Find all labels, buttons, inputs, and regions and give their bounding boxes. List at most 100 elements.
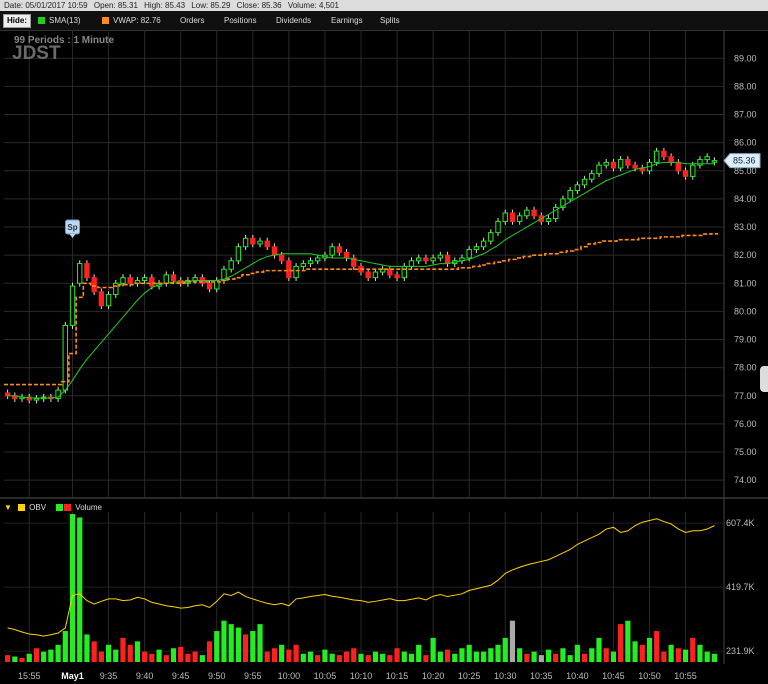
volume-bar [199,655,205,662]
candle-body [653,150,660,163]
candle-body [495,220,501,234]
symbol-watermark: JDST [12,43,61,64]
volume-legend-label: Volume [75,503,102,512]
volume-bar [55,644,61,662]
volume-bar [473,651,479,662]
candle-body [170,274,177,281]
volume-bar [646,637,653,662]
candle-body [278,254,285,262]
time-tick-label: 10:05 [314,671,337,681]
volume-bar [711,653,717,662]
axis-scroll-handle[interactable] [760,366,768,392]
volume-bar [62,631,68,662]
time-tick-label: 10:20 [422,671,445,681]
info-high: High: 85.43 [144,1,186,10]
volume-bar [329,653,335,662]
volume-bar [178,646,184,662]
time-tick-label: 10:15 [386,671,409,681]
volume-bar [488,648,494,662]
volume-bar [105,644,112,662]
time-tick-label: 9:35 [100,671,118,681]
candle-body [336,246,343,253]
candle-body [365,271,371,279]
candle-body [682,170,689,177]
volume-bar [243,634,249,662]
candle-body [394,274,400,279]
menu-positions[interactable]: Positions [224,11,256,30]
menu-dividends[interactable]: Dividends [276,11,311,30]
volume-bar [279,644,285,662]
volume-bar [639,644,645,662]
time-tick-label: 15:55 [18,671,41,681]
time-tick-label: 10:55 [674,671,697,681]
volume-bar [250,631,256,662]
candle-body [531,209,537,217]
price-tick-label: 75.00 [734,447,757,457]
volume-bar [149,653,155,662]
volume-bar [120,637,126,662]
volume-bar [127,644,133,662]
volume-bar [293,644,299,662]
price-tick-label: 88.00 [734,81,757,91]
legend-arrow-icon[interactable]: ▼ [4,503,12,512]
price-tick-label: 77.00 [734,391,757,401]
vwap-color-swatch [102,17,109,24]
volume-bar [697,644,703,662]
candle-body [661,150,667,158]
price-tick-label: 87.00 [734,110,757,120]
volume-bar [26,653,32,662]
volume-bar [408,653,415,662]
volume-bar [372,651,379,662]
candle-body [387,268,393,276]
volume-bar [365,655,371,662]
split-marker-pointer [69,234,76,238]
time-tick-label: 10:45 [602,671,625,681]
info-open: Open: 85.31 [93,1,138,10]
info-close: Close: 85.36 [236,1,282,10]
volume-up-swatch [56,504,64,511]
candle-body [264,240,270,248]
price-tick-label: 82.00 [734,250,757,260]
volume-bar [531,651,537,662]
volume-bar [257,624,263,662]
volume-bar [430,637,436,662]
candle-body [625,159,631,166]
volume-bar [538,655,544,662]
sma-color-swatch [38,17,45,24]
candle-body [271,246,278,256]
candle-body [127,277,133,284]
period-label: 99 Periods : 1 Minute [14,35,114,46]
volume-bar [682,649,689,662]
volume-bar [214,631,220,662]
candle-body [149,277,155,287]
sma-label: SMA(13) [49,16,81,25]
volume-bar [625,620,631,662]
volume-bar [206,641,213,662]
hide-button[interactable]: Hide: [3,14,31,28]
candle-body [589,173,595,180]
info-volume: Volume: 4,501 [287,1,339,10]
volume-bar [495,644,501,662]
time-tick-label: May1 [61,671,84,681]
sma-toggle[interactable]: SMA(13) [38,11,81,30]
time-tick-label: 9:40 [136,671,154,681]
vwap-toggle[interactable]: VWAP: 82.76 [102,11,161,30]
vwap-label: VWAP: 82.76 [113,16,161,25]
menu-orders[interactable]: Orders [180,11,204,30]
volume-bar [452,653,458,662]
candle-body [372,271,379,279]
candle-body [33,398,40,401]
volume-bar [704,651,710,662]
price-tick-label: 89.00 [734,53,757,63]
menu-earnings[interactable]: Earnings [331,11,363,30]
volume-bar [315,655,321,662]
candle-body [84,263,90,279]
volume-bar [394,648,400,662]
candle-body [300,263,307,267]
price-chart[interactable]: 74.00 75.00 76.00 77.00 78.00 79.00 80.00 81.00… [0,30,768,684]
price-tick-label: 74.00 [734,475,757,485]
menu-splits[interactable]: Splits [380,11,400,30]
volume-bar [481,651,487,662]
candle-body [206,282,213,290]
info-low: Low: 85.29 [191,1,231,10]
